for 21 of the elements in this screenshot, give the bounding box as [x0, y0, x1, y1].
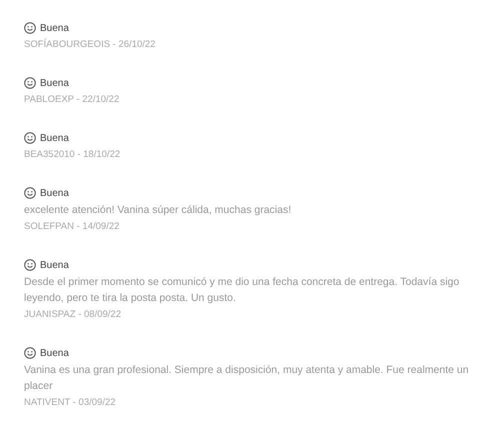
smiley-icon	[24, 187, 36, 199]
rating-label: Buena	[40, 348, 69, 358]
review-author-date: JUANISPAZ - 08/09/22	[24, 308, 122, 322]
review-comment: Desde el primer momento se comunicó y me dio una fecha concreta de entrega. Todavía sigo leyendo, pero te tira la posta posta. Un gusto.	[24, 275, 460, 306]
rating-label: Buena	[40, 132, 69, 144]
review-comment: Vanina es una gran profesional. Siempre a disposición, muy atenta y amable. Fue realmente un placer	[24, 363, 470, 394]
smiley-icon	[24, 22, 36, 34]
review-author-date: NATIVENT - 03/09/22	[24, 396, 117, 410]
rating-label: Buena	[40, 188, 69, 198]
rating-label: Buena	[40, 260, 69, 270]
smiley-icon	[24, 347, 36, 359]
review-comment: excelente atención! Vanina súper cálida, muchas gracias!	[24, 203, 292, 218]
review-author-date: SOFÍABOURGEOIS - 26/10/22	[24, 38, 156, 52]
rating-label: Buena	[40, 78, 69, 88]
rating-label: Buena	[40, 22, 69, 34]
smiley-icon	[24, 132, 36, 144]
smiley-icon	[24, 77, 36, 89]
review-author-date: SOLEFPAN - 14/09/22	[24, 220, 120, 234]
review-author-date: PABLOEXP - 22/10/22	[24, 93, 120, 107]
smiley-icon	[24, 259, 36, 271]
review-author-date: BEA352010 - 18/10/22	[24, 148, 122, 162]
